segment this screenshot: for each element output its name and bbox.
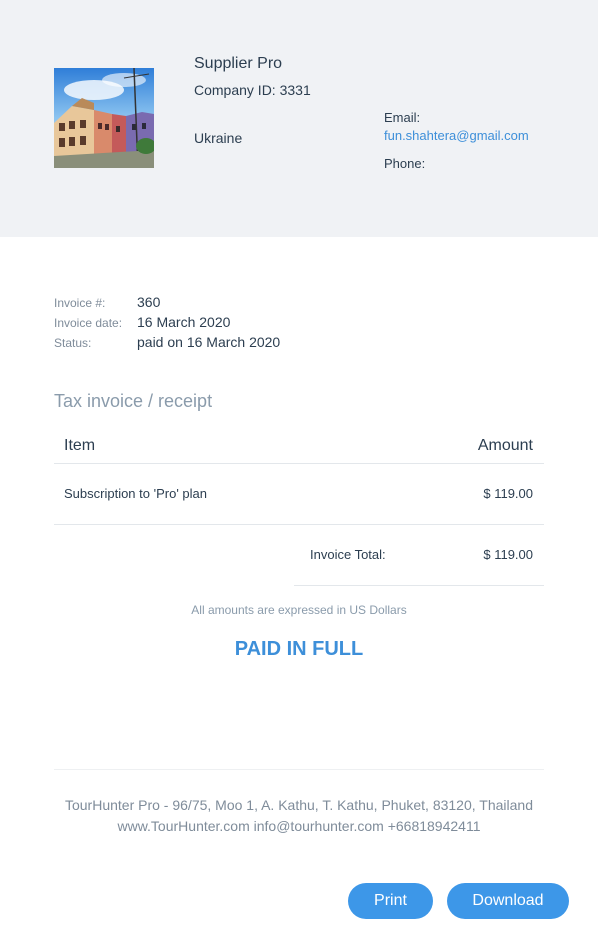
- header-divider: [54, 463, 544, 464]
- supplier-name: Supplier Pro: [194, 55, 283, 72]
- invoice-date-label: Invoice date:: [54, 316, 123, 330]
- currency-note: All amounts are expressed in US Dollars: [191, 603, 407, 617]
- invoice-status-label: Status:: [54, 336, 92, 350]
- invoice-total-label: Invoice Total:: [310, 547, 386, 562]
- column-header-amount: Amount: [477, 437, 533, 454]
- row-divider: [54, 524, 544, 525]
- invoice-number-label: Invoice #:: [54, 296, 106, 310]
- footer-address: TourHunter Pro - 96/75, Moo 1, A. Kathu,…: [64, 797, 533, 813]
- footer-divider: [54, 769, 544, 770]
- email-label: Email:: [384, 110, 421, 125]
- phone-label: Phone:: [384, 156, 426, 171]
- invoice-date-value: 16 March 2020: [137, 314, 231, 330]
- supplier-country: Ukraine: [194, 130, 243, 146]
- line-item-name: Subscription to 'Pro' plan: [64, 486, 207, 501]
- company-footer: TourHunter Pro - 96/75, Moo 1, A. Kathu,…: [54, 795, 544, 837]
- total-divider: [294, 585, 544, 586]
- company-id: Company ID: 3331: [194, 82, 311, 98]
- supplier-logo-image: [54, 68, 154, 168]
- paid-in-full-stamp: PAID IN FULL: [234, 638, 364, 660]
- invoice-total-amount: $ 119.00: [483, 547, 533, 562]
- column-header-item: Item: [64, 437, 96, 454]
- download-button[interactable]: Download: [447, 883, 569, 919]
- invoice-status-value: paid on 16 March 2020: [137, 334, 281, 350]
- print-button[interactable]: Print: [348, 883, 433, 919]
- receipt-title: Tax invoice / receipt: [54, 391, 213, 411]
- footer-contacts: www.TourHunter.com info@tourhunter.com +…: [117, 818, 481, 834]
- supplier-header: Supplier Pro Company ID: 3331 Ukraine Em…: [0, 0, 598, 237]
- invoice-number-value: 360: [137, 294, 161, 310]
- email-link[interactable]: fun.shahtera@gmail.com: [384, 128, 529, 143]
- line-item-amount: $ 119.00: [483, 486, 533, 501]
